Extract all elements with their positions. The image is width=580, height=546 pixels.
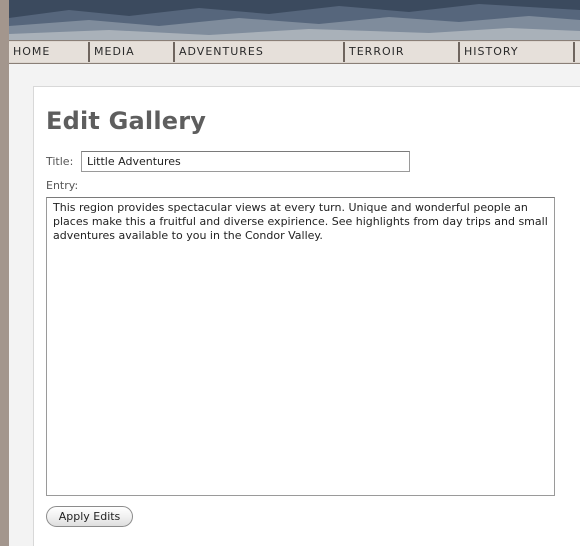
mountain-landscape-image bbox=[9, 0, 580, 40]
entry-label: Entry: bbox=[46, 179, 79, 192]
header-banner-image bbox=[9, 0, 580, 40]
apply-edits-button[interactable]: Apply Edits bbox=[46, 506, 133, 527]
title-input[interactable] bbox=[81, 151, 410, 172]
nav-item-home[interactable]: HOME bbox=[9, 42, 89, 62]
main-navigation: HOME MEDIA ADVENTURES TERROIR HISTORY bbox=[9, 40, 580, 64]
left-border bbox=[0, 0, 9, 546]
title-label: Title: bbox=[46, 155, 74, 168]
entry-textarea[interactable]: This region provides spectacular views a… bbox=[46, 197, 555, 496]
nav-item-more[interactable] bbox=[574, 42, 580, 62]
nav-item-history[interactable]: HISTORY bbox=[459, 42, 574, 62]
nav-item-terroir[interactable]: TERROIR bbox=[344, 42, 459, 62]
nav-item-media[interactable]: MEDIA bbox=[89, 42, 174, 62]
page-title: Edit Gallery bbox=[46, 107, 207, 135]
nav-item-adventures[interactable]: ADVENTURES bbox=[174, 42, 344, 62]
